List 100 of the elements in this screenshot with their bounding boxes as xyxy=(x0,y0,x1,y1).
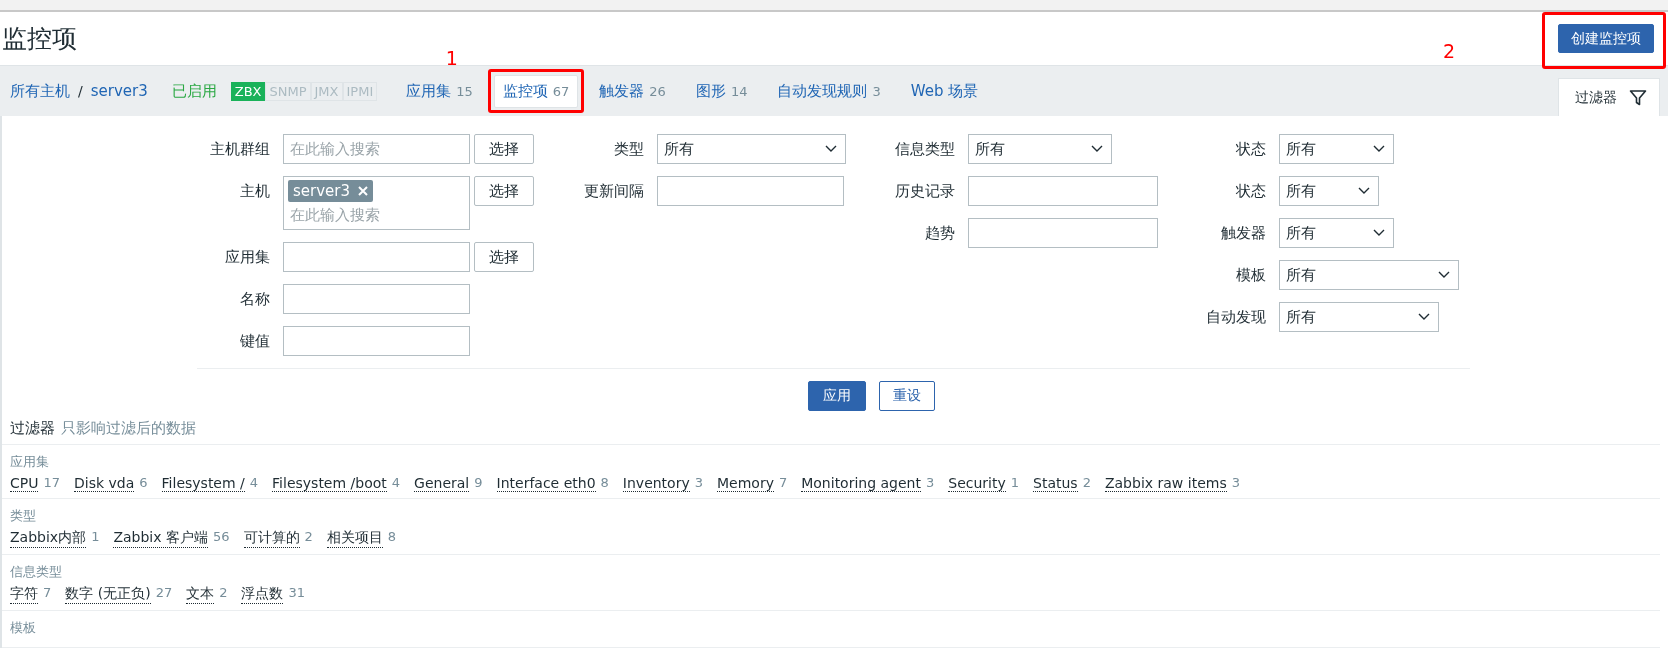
subfilter-count: 7 xyxy=(43,585,52,602)
subfilter-group-name: 信息类型 xyxy=(10,563,63,581)
host-status: 已启用 xyxy=(171,81,217,101)
subfilter-count: 1 xyxy=(91,529,100,546)
chevron-down-icon xyxy=(1438,271,1450,279)
field-label: 状态 xyxy=(1235,139,1267,160)
page-title: 监控项 xyxy=(2,23,77,55)
field-label: 名称 xyxy=(239,289,271,310)
subfilter-link[interactable]: Inventory xyxy=(622,475,690,492)
subfilter-link[interactable]: 相关项目 xyxy=(326,529,383,548)
annotation-number: 1 xyxy=(445,46,458,69)
field-label: 主机群组 xyxy=(209,139,271,160)
dropdown[interactable]: 所有 xyxy=(1279,134,1394,164)
subfilter-count: 4 xyxy=(391,475,401,492)
subfilter-link[interactable]: Monitoring agent xyxy=(801,475,921,492)
breadcrumb-separator: / xyxy=(78,83,83,99)
reset-button[interactable]: 重设 xyxy=(878,381,935,411)
input-field[interactable] xyxy=(968,218,1158,248)
chevron-down-icon xyxy=(825,145,837,153)
input-field[interactable] xyxy=(283,326,470,356)
select-button[interactable]: 选择 xyxy=(474,242,534,272)
subfilter-count: 8 xyxy=(600,475,609,492)
nav-tab[interactable]: 监控项 67 xyxy=(493,74,579,108)
apply-button[interactable]: 应用 xyxy=(807,381,866,411)
field-label: 自动发现 xyxy=(1205,307,1267,328)
availability-badge: ZBX xyxy=(230,81,266,101)
input-field[interactable] xyxy=(283,284,470,314)
subfilter-link[interactable]: 浮点数 xyxy=(241,585,284,604)
nav-tab[interactable]: 图形 14 xyxy=(686,74,757,108)
input-field[interactable] xyxy=(657,176,844,206)
subfilter-count: 27 xyxy=(155,585,173,602)
nav-tab[interactable]: 自动发现规则 3 xyxy=(768,74,890,108)
subfilter-link[interactable]: 可计算的 xyxy=(243,529,300,548)
subfilter-count: 7 xyxy=(778,475,788,492)
subfilter-link[interactable]: Zabbix内部 xyxy=(10,529,87,548)
chevron-down-icon xyxy=(1091,145,1103,153)
subfilter-count: 3 xyxy=(1231,475,1240,492)
nav-tab[interactable]: 触发器 26 xyxy=(590,74,675,108)
field-label: 类型 xyxy=(613,139,645,160)
breadcrumb-link[interactable]: 所有主机 xyxy=(10,81,70,101)
remove-icon[interactable] xyxy=(358,186,369,196)
field-label: 趋势 xyxy=(924,223,956,244)
subfilter-link[interactable]: Status xyxy=(1033,475,1078,492)
breadcrumb-link[interactable]: server3 xyxy=(90,82,148,100)
subfilter-count: 3 xyxy=(694,475,703,492)
chevron-down-icon xyxy=(1373,145,1385,153)
dropdown[interactable]: 所有 xyxy=(1279,176,1379,206)
subfilter-link[interactable]: Disk vda xyxy=(74,475,135,492)
field-label: 应用集 xyxy=(224,247,271,268)
subfilter-link[interactable]: General xyxy=(414,475,470,492)
availability-badge: JMX xyxy=(310,81,343,101)
subfilter-link[interactable]: Filesystem /boot xyxy=(272,475,387,492)
filter-tab[interactable]: 过滤器 xyxy=(1558,78,1660,116)
subfilter-count: 2 xyxy=(1082,475,1091,492)
host-tag: server3 xyxy=(288,180,374,202)
dropdown[interactable]: 所有 xyxy=(1279,302,1439,332)
nav-tab[interactable]: Web 场景 xyxy=(901,74,988,108)
select-button[interactable]: 选择 xyxy=(474,134,534,164)
input-field[interactable] xyxy=(968,176,1158,206)
chevron-down-icon xyxy=(1358,187,1370,195)
subfilter-title: 过滤器 xyxy=(10,419,55,438)
subfilter-link[interactable]: Zabbix raw items xyxy=(1104,475,1227,492)
annotation-number: 2 xyxy=(1443,40,1456,62)
subfilter-count: 4 xyxy=(249,475,259,492)
field-label: 主机 xyxy=(239,181,271,202)
field-label: 触发器 xyxy=(1220,223,1267,244)
field-label: 更新间隔 xyxy=(583,181,645,202)
subfilter-count: 6 xyxy=(139,475,148,492)
multiselect-field[interactable] xyxy=(283,242,470,272)
availability-badge: IPMI xyxy=(342,81,378,101)
subfilter-count: 31 xyxy=(288,585,306,602)
subfilter-count: 17 xyxy=(43,475,60,492)
subfilter-link[interactable]: Memory xyxy=(717,475,774,492)
subfilter-link[interactable]: Zabbix 客户端 xyxy=(113,529,208,548)
field-label: 模板 xyxy=(1235,265,1267,286)
dropdown[interactable]: 所有 xyxy=(968,134,1112,164)
subfilter-link[interactable]: 文本 xyxy=(186,585,215,604)
subfilter-group-name: 类型 xyxy=(10,507,37,525)
subfilter-count: 1 xyxy=(1010,475,1020,492)
subfilter-link[interactable]: Filesystem / xyxy=(161,475,245,492)
dropdown[interactable]: 所有 xyxy=(657,134,846,164)
chevron-down-icon xyxy=(1418,313,1430,321)
subfilter-link[interactable]: 数字 (无正负) xyxy=(65,585,151,604)
subfilter-group-name: 模板 xyxy=(10,619,37,637)
dropdown[interactable]: 所有 xyxy=(1279,218,1394,248)
dropdown[interactable]: 所有 xyxy=(1279,260,1459,290)
subfilter-link[interactable]: 字符 xyxy=(10,585,38,604)
nav-tab[interactable]: 应用集 15 xyxy=(397,74,482,108)
select-button[interactable]: 选择 xyxy=(474,176,534,206)
field-label: 状态 xyxy=(1235,181,1267,202)
subfilter-count: 2 xyxy=(304,529,313,546)
subfilter-group-name: 应用集 xyxy=(10,453,50,471)
subfilter-link[interactable]: Interface eth0 xyxy=(496,475,596,492)
subfilter-count: 9 xyxy=(474,475,483,492)
subfilter-count: 3 xyxy=(926,475,935,492)
create-item-button[interactable]: 创建监控项 xyxy=(1558,24,1654,53)
subfilter-link[interactable]: Security xyxy=(948,475,1006,492)
subfilter-link[interactable]: CPU xyxy=(10,475,39,492)
availability-badge: SNMP xyxy=(265,81,311,101)
chevron-down-icon xyxy=(1373,229,1385,237)
